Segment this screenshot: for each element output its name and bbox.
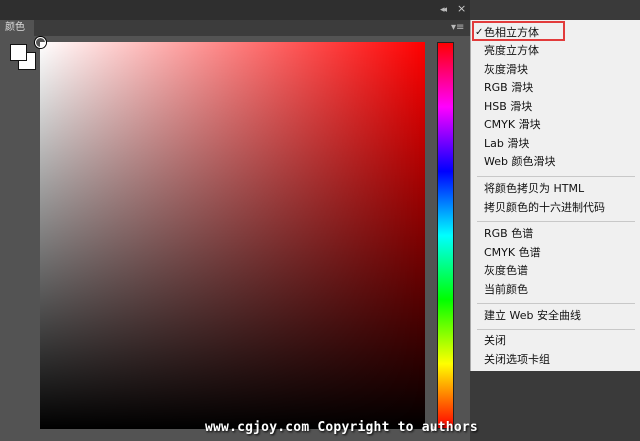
menu-item-grayscale-spectrum[interactable]: 灰度色谱 [484, 262, 528, 280]
menu-item-cmyk-slider[interactable]: CMYK 滑块 [484, 116, 541, 134]
menu-separator [477, 329, 635, 330]
menu-item-copy-as-html[interactable]: 将颜色拷贝为 HTML [484, 180, 584, 198]
close-icon[interactable]: × [457, 3, 466, 15]
menu-separator [477, 176, 635, 177]
highlight-box [472, 21, 565, 41]
menu-item-close[interactable]: 关闭 [484, 332, 506, 350]
menu-item-copy-hex-code[interactable]: 拷贝颜色的十六进制代码 [484, 199, 605, 217]
menu-item-cmyk-spectrum[interactable]: CMYK 色谱 [484, 244, 541, 262]
menu-separator [477, 221, 635, 222]
menu-item-current-colors[interactable]: 当前颜色 [484, 281, 528, 299]
panel-menu-icon[interactable]: ▾≡ [451, 22, 464, 34]
menu-item-grayscale-slider[interactable]: 灰度滑块 [484, 61, 528, 79]
menu-item-close-tab-group[interactable]: 关闭选项卡组 [484, 351, 550, 369]
menu-item-web-color-slider[interactable]: Web 颜色滑块 [484, 153, 555, 171]
hue-slider[interactable] [437, 42, 454, 429]
menu-item-rgb-slider[interactable]: RGB 滑块 [484, 79, 533, 97]
watermark: www.cgjoy.com Copyright to authors [205, 420, 478, 435]
panel-flyout-menu: ✓ 色相立方体 亮度立方体 灰度滑块 RGB 滑块 HSB 滑块 CMYK 滑块… [470, 20, 640, 371]
color-field-cube[interactable] [40, 42, 425, 429]
panel-title-bar: ◂◂ × [0, 0, 470, 21]
collapse-icon[interactable]: ◂◂ [440, 5, 447, 15]
foreground-color-swatch[interactable] [10, 44, 27, 61]
menu-item-rgb-spectrum[interactable]: RGB 色谱 [484, 225, 533, 243]
tab-color[interactable]: 颜色 [0, 20, 34, 36]
panel-tab-bar: 颜色 [0, 20, 470, 36]
menu-item-make-web-safe[interactable]: 建立 Web 安全曲线 [484, 307, 581, 325]
menu-separator [477, 303, 635, 304]
menu-item-lab-slider[interactable]: Lab 滑块 [484, 135, 529, 153]
menu-item-hsb-slider[interactable]: HSB 滑块 [484, 98, 532, 116]
menu-item-brightness-cube[interactable]: 亮度立方体 [484, 42, 539, 60]
color-picker-cursor[interactable] [35, 37, 46, 48]
